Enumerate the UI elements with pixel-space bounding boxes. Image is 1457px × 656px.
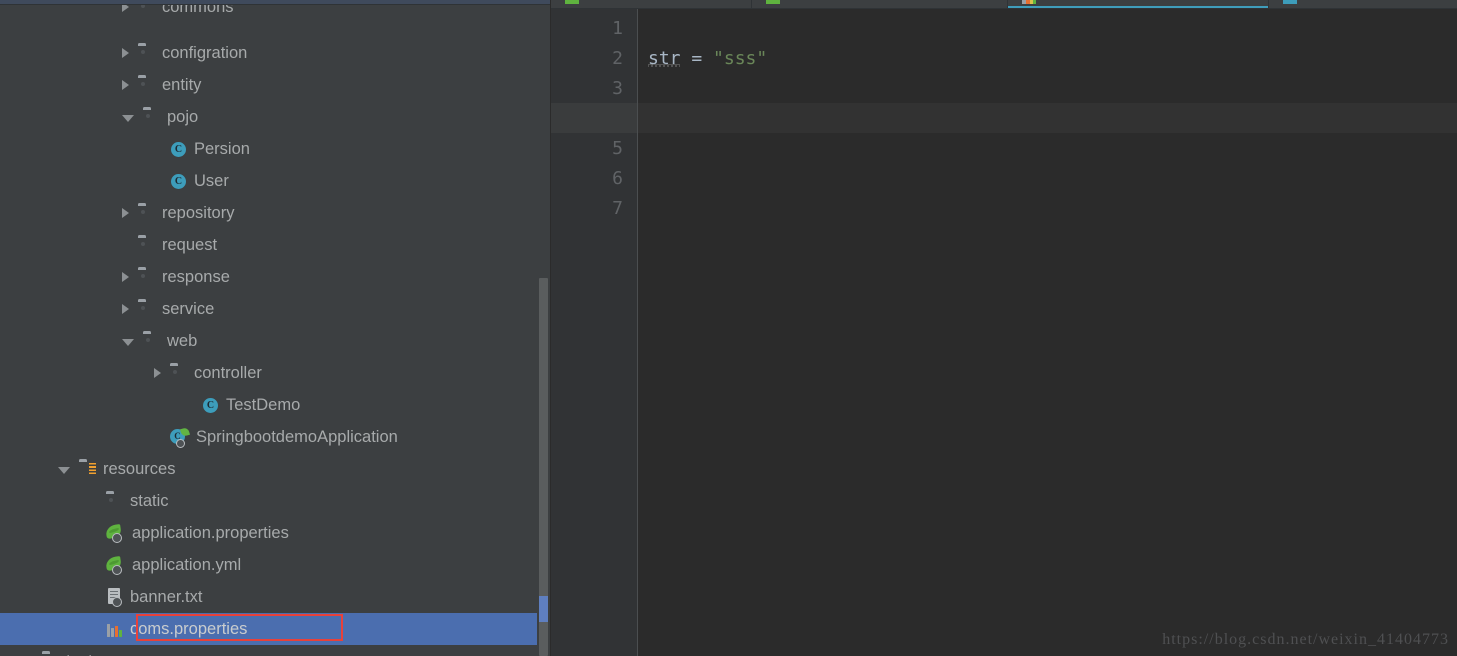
- chevron-right-icon[interactable]: [122, 80, 129, 90]
- folder-icon: [143, 110, 160, 125]
- project-tree-panel[interactable]: commons configration entity pojo C Persion C Us…: [0, 5, 537, 656]
- tree-row[interactable]: C User: [0, 165, 537, 197]
- tree-row[interactable]: test: [0, 645, 537, 656]
- tree-row-label: web: [167, 332, 198, 350]
- chevron-right-icon[interactable]: [122, 272, 129, 282]
- gutter-line-number: 6: [612, 168, 623, 189]
- folder-icon: [138, 302, 155, 317]
- tree-row[interactable]: commons: [0, 5, 537, 23]
- gutter-line-number: 3: [612, 78, 623, 99]
- tree-row-label: commons: [162, 5, 234, 16]
- tree-row-label: banner.txt: [130, 588, 203, 606]
- tree-row[interactable]: static: [0, 485, 537, 517]
- tree-row-label: coms.properties: [130, 620, 248, 638]
- properties-file-icon: [1022, 0, 1036, 4]
- java-class-icon: C: [170, 141, 187, 158]
- chevron-down-icon[interactable]: [122, 339, 134, 346]
- project-tree-scrollbar-selection-marker: [539, 596, 548, 622]
- resources-folder-icon: [79, 462, 96, 477]
- tree-row[interactable]: response: [0, 261, 537, 293]
- folder-icon: [143, 334, 160, 349]
- tree-row-label: Persion: [194, 140, 250, 158]
- tree-row-label: SpringbootdemoApplication: [196, 428, 398, 446]
- java-class-icon: C: [170, 173, 187, 190]
- chevron-down-icon[interactable]: [58, 467, 70, 474]
- folder-icon: [138, 270, 155, 285]
- chevron-right-icon[interactable]: [122, 208, 129, 218]
- folder-icon: [138, 206, 155, 221]
- tree-row-label: application.properties: [132, 524, 289, 542]
- folder-icon: [138, 78, 155, 93]
- idea-window: commons configration entity pojo C Persion C Us…: [0, 0, 1457, 656]
- tree-row-label: entity: [162, 76, 202, 94]
- tree-row[interactable]: C TestDemo: [0, 389, 537, 421]
- spring-config-icon: [105, 523, 125, 543]
- chevron-right-icon[interactable]: [122, 304, 129, 314]
- code-token: =: [680, 48, 714, 69]
- gutter-line-number: 7: [612, 198, 623, 219]
- chevron-right-icon[interactable]: [154, 368, 161, 378]
- chevron-down-icon[interactable]: [122, 115, 134, 122]
- tree-row-label: configration: [162, 44, 248, 62]
- tree-row-selected[interactable]: coms.properties: [0, 613, 537, 645]
- text-file-icon: [106, 588, 123, 607]
- chevron-right-icon[interactable]: [122, 48, 129, 58]
- folder-icon: [138, 46, 155, 61]
- tree-row-label: repository: [162, 204, 235, 222]
- java-class-icon: [1283, 0, 1297, 4]
- tree-row-label: application.yml: [132, 556, 242, 574]
- tree-row-label: resources: [103, 460, 176, 478]
- caret-line-highlight-gutter: [551, 103, 637, 133]
- spring-config-icon: [105, 555, 125, 575]
- tree-row[interactable]: banner.txt: [0, 581, 537, 613]
- tree-row-label: TestDemo: [226, 396, 301, 414]
- tree-row[interactable]: pojo: [0, 101, 537, 133]
- gutter-line-number: 1: [612, 18, 623, 39]
- gutter-line-number: 2: [612, 48, 623, 69]
- tree-row[interactable]: configration: [0, 37, 537, 69]
- code-token-string: "sss": [713, 48, 768, 69]
- spring-config-icon: [565, 0, 579, 4]
- tree-row-label: service: [162, 300, 215, 318]
- tree-row[interactable]: entity: [0, 69, 537, 101]
- tree-row-label: request: [162, 236, 218, 254]
- folder-icon: [138, 238, 155, 253]
- gutter-line-number: 5: [612, 138, 623, 159]
- editor-code-area[interactable]: str = "sss": [638, 9, 1457, 656]
- tree-row[interactable]: web: [0, 325, 537, 357]
- tree-row[interactable]: resources: [0, 453, 537, 485]
- tree-row[interactable]: repository: [0, 197, 537, 229]
- code-token-warning: str: [648, 48, 681, 69]
- folder-icon: [170, 366, 187, 381]
- tree-row[interactable]: request: [0, 229, 537, 261]
- folder-icon: [138, 5, 155, 15]
- tree-row-label: response: [162, 268, 230, 286]
- code-editor[interactable]: 1234567 str = "sss" https://blog.csdn.ne…: [551, 0, 1457, 656]
- spring-boot-app-icon: C: [170, 426, 191, 448]
- tree-row-label: controller: [194, 364, 262, 382]
- tree-row[interactable]: service: [0, 293, 537, 325]
- tree-row[interactable]: application.properties: [0, 517, 537, 549]
- code-line[interactable]: str = "sss": [648, 44, 1457, 74]
- java-class-icon: C: [202, 397, 219, 414]
- tree-row[interactable]: application.yml: [0, 549, 537, 581]
- tree-row-label: static: [130, 492, 169, 510]
- tree-row-label: test: [66, 645, 93, 656]
- spring-config-icon: [766, 0, 780, 4]
- folder-icon: [106, 494, 123, 509]
- tree-row-label: User: [194, 172, 229, 190]
- tree-row[interactable]: C SpringbootdemoApplication: [0, 421, 537, 453]
- tree-row[interactable]: controller: [0, 357, 537, 389]
- tree-row[interactable]: C Persion: [0, 133, 537, 165]
- properties-file-icon: [106, 621, 123, 638]
- inspection-squiggle: [648, 63, 681, 67]
- tree-row-label: pojo: [167, 108, 199, 126]
- chevron-right-icon[interactable]: [122, 5, 129, 12]
